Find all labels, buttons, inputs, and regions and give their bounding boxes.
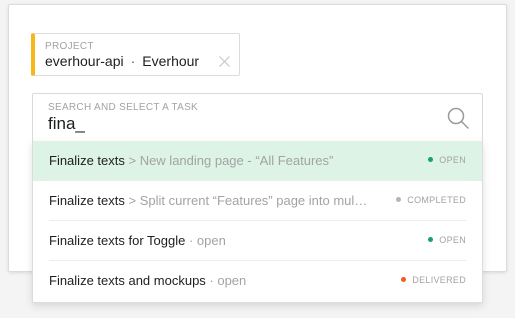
task-name: Finalize texts	[49, 153, 125, 168]
status-badge: COMPLETED	[396, 195, 466, 205]
project-label: PROJECT	[45, 41, 94, 52]
task-title: Finalize texts > Split current “Features…	[49, 193, 367, 208]
project-client: Everhour	[142, 53, 200, 69]
status-label: COMPLETED	[407, 195, 466, 205]
project-name: everhour-api	[45, 53, 124, 69]
status-badge: OPEN	[428, 235, 466, 245]
status-dot	[428, 157, 434, 162]
task-results-list: Finalize texts > New landing page - “All…	[32, 141, 483, 303]
task-search-box: SEARCH AND SELECT A TASK	[32, 93, 483, 141]
task-context: > New landing page - “All Features”	[124, 153, 334, 168]
task-name: Finalize texts	[49, 193, 125, 208]
task-result-item[interactable]: Finalize texts > Split current “Features…	[33, 181, 482, 221]
status-badge: DELIVERED	[401, 275, 466, 285]
status-dot	[396, 197, 402, 202]
task-title: Finalize texts and mockups · open	[49, 273, 246, 288]
task-context: · open	[185, 233, 226, 248]
search-icon[interactable]	[446, 106, 470, 130]
status-label: OPEN	[439, 235, 466, 245]
status-label: DELIVERED	[412, 275, 466, 285]
status-label: OPEN	[439, 155, 466, 165]
task-context: · open	[205, 273, 247, 288]
close-icon[interactable]	[218, 55, 231, 68]
task-title: Finalize texts > New landing page - “All…	[49, 153, 333, 168]
task-result-item[interactable]: Finalize texts and mockups · open DELIVE…	[33, 261, 482, 301]
status-dot	[428, 237, 434, 242]
task-title: Finalize texts for Toggle · open	[49, 233, 226, 248]
task-result-item[interactable]: Finalize texts > New landing page - “All…	[33, 141, 482, 181]
project-selector[interactable]: PROJECT everhour-api · Everhour	[31, 33, 240, 76]
task-search-input[interactable]	[48, 114, 428, 134]
task-name: Finalize texts for Toggle	[49, 233, 186, 248]
project-separator: ·	[130, 53, 136, 69]
project-value: everhour-api · Everhour	[45, 53, 199, 69]
task-context: > Split current “Features” page into mul…	[124, 193, 368, 208]
search-label: SEARCH AND SELECT A TASK	[48, 102, 199, 113]
task-result-item[interactable]: Finalize texts for Toggle · open OPEN	[33, 221, 482, 261]
task-name: Finalize texts and mockups	[49, 273, 206, 288]
status-dot	[401, 277, 407, 282]
status-badge: OPEN	[428, 155, 466, 165]
